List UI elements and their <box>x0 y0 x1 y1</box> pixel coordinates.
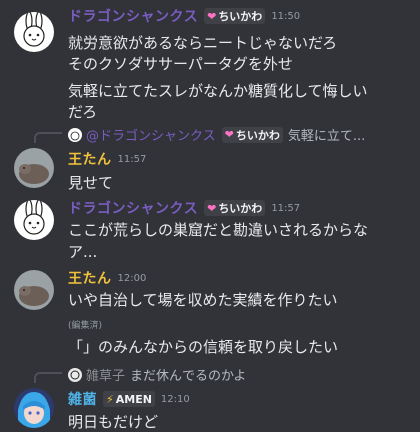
message-3: ドラゴンシャンクス ❤ ちいかわ 11:57 ここが荒らしの巣窟だと勘違いされるか… <box>0 196 420 264</box>
lightning-icon: ⚡ <box>106 392 114 406</box>
reply-avatar <box>68 367 82 382</box>
username[interactable]: 王たん <box>68 149 112 169</box>
avatar-wang[interactable] <box>14 148 54 188</box>
avatar-wang[interactable] <box>14 270 54 310</box>
timestamp: 12:00 <box>117 272 147 284</box>
edited-label: (編集済) <box>68 321 103 331</box>
message-1: ドラゴンシャンクス ❤ ちいかわ 11:50 就労意欲があるならニートじゃないだろ… <box>0 0 420 121</box>
message-line: 明日もだけど <box>68 413 159 431</box>
heart-icon: ❤ <box>207 201 217 215</box>
role-badge: ❤ ちいかわ <box>204 8 266 24</box>
message-line: 気軽に立てたスレがなんか糖質化して悔しい <box>68 82 368 100</box>
role-badge: ❤ ちいかわ <box>204 200 266 216</box>
role-badge: ⚡ AMEN <box>103 391 155 407</box>
message-2: @ドラゴンシャンクス ❤ ちいかわ 気軽に立て... 王たん 11:57 見せて <box>0 122 420 194</box>
reply-avatar <box>68 127 82 142</box>
timestamp: 12:10 <box>160 393 190 405</box>
username[interactable]: ドラゴンシャンクス <box>68 198 198 218</box>
timestamp: 11:57 <box>271 202 301 214</box>
heart-icon: ❤ <box>224 128 234 141</box>
reply-text: まだ休んでるのかよ <box>130 369 247 384</box>
username[interactable]: 王たん <box>68 268 112 288</box>
avatar-dragon[interactable] <box>14 12 54 52</box>
message-5: 雑草子 まだ休んでるのかよ 雑菌 ⚡ AMEN 12:10 明日もだけど <box>0 362 420 431</box>
message-4: 王たん 12:00 いや自治して場を収めた実績を作りたい (編集済) 「」のみん… <box>0 266 420 358</box>
reply-preview[interactable]: @ドラゴンシャンクス ❤ ちいかわ 気軽に立て... <box>68 125 365 144</box>
reply-preview[interactable]: 雑草子 まだ休んでるのかよ <box>68 365 246 384</box>
reply-spine <box>34 372 62 383</box>
reply-mention: 雑草子 <box>86 369 126 384</box>
reply-badge: ❤ ちいかわ <box>221 126 283 143</box>
username[interactable]: ドラゴンシャンクス <box>68 6 198 26</box>
timestamp: 11:57 <box>117 153 147 165</box>
message-line: 「」のみんなからの信頼を取り戻したい <box>68 338 339 356</box>
timestamp: 11:50 <box>271 10 301 22</box>
username[interactable]: 雑菌 <box>68 389 97 409</box>
message-line: だろ <box>68 103 98 121</box>
message-line: そのクソダササーパータグを外せ <box>68 55 293 73</box>
message-line: ここが荒らしの巣窟だと勘違いされるからな <box>68 221 369 239</box>
avatar-dragon[interactable] <box>14 200 54 240</box>
message-line: 見せて <box>68 174 114 192</box>
message-line: ア... <box>68 243 98 261</box>
avatar-zakin[interactable] <box>14 388 54 428</box>
message-line: いや自治して場を収めた実績を作りたい <box>68 291 338 309</box>
message-line: 就労意欲があるならニートじゃないだろ <box>68 34 338 52</box>
reply-spine <box>34 132 62 143</box>
reply-mention: @ドラゴンシャンクス <box>86 129 216 144</box>
heart-icon: ❤ <box>207 9 217 23</box>
reply-text: 気軽に立て... <box>287 129 366 144</box>
